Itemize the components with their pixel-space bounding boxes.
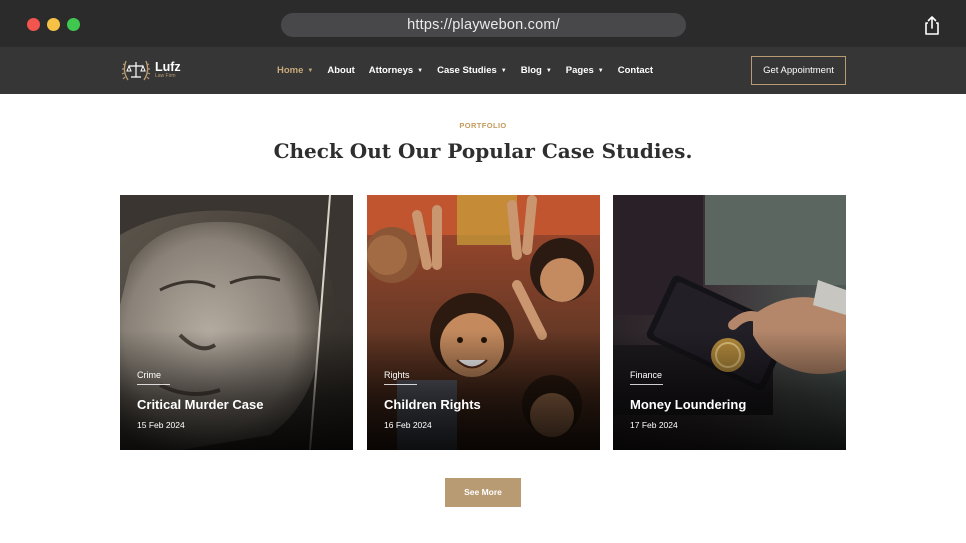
nav-attorneys-label: Attorneys (368, 65, 414, 76)
nav-case-studies-label: Case Studies (437, 65, 497, 76)
browser-toolbar: https://playwebon.com/ (0, 0, 966, 47)
main-menu: Home ▼ About Attorneys ▼ Case Studies ▼ … (277, 47, 667, 94)
brand-tagline: Law Firm (155, 73, 176, 80)
address-bar[interactable]: https://playwebon.com/ (281, 13, 686, 37)
nav-contact[interactable]: Contact (618, 65, 653, 76)
card-title[interactable]: Money Loundering (630, 397, 746, 412)
site-header: Lufz Law Firm Home ▼ About Attorneys ▼ C… (0, 47, 966, 94)
chevron-down-icon: ▼ (500, 67, 507, 74)
card-category: Rights (384, 370, 410, 380)
nav-contact-label: Contact (617, 65, 654, 76)
card-title[interactable]: Children Rights (384, 397, 481, 412)
maximize-window-button[interactable] (67, 18, 80, 31)
brand-name: Lufz (155, 59, 181, 74)
nav-pages[interactable]: Pages ▼ (566, 65, 604, 76)
chevron-down-icon: ▼ (307, 67, 314, 74)
nav-blog[interactable]: Blog ▼ (521, 65, 552, 76)
share-icon[interactable] (923, 15, 941, 35)
nav-case-studies[interactable]: Case Studies ▼ (437, 65, 507, 76)
nav-blog-label: Blog (520, 65, 542, 76)
brand-logo[interactable]: Lufz Law Firm (120, 55, 181, 85)
see-more-button[interactable]: See More (445, 478, 521, 507)
nav-about[interactable]: About (327, 65, 354, 76)
chevron-down-icon: ▼ (597, 67, 604, 74)
card-date: 16 Feb 2024 (384, 420, 432, 430)
card-category: Crime (137, 370, 161, 380)
card-date: 17 Feb 2024 (630, 420, 678, 430)
nav-home[interactable]: Home ▼ (277, 65, 313, 76)
minimize-window-button[interactable] (47, 18, 60, 31)
category-divider (630, 384, 663, 385)
case-study-card-crime[interactable]: Crime Critical Murder Case 15 Feb 2024 (120, 195, 353, 450)
chevron-down-icon: ▼ (417, 67, 424, 74)
case-study-card-finance[interactable]: Finance Money Loundering 17 Feb 2024 (613, 195, 846, 450)
close-window-button[interactable] (27, 18, 40, 31)
card-category: Finance (630, 370, 663, 380)
section-eyebrow: PORTFOLIO (459, 121, 507, 130)
card-date: 15 Feb 2024 (137, 420, 185, 430)
get-appointment-button[interactable]: Get Appointment (751, 56, 846, 85)
nav-attorneys[interactable]: Attorneys ▼ (369, 65, 423, 76)
card-title[interactable]: Critical Murder Case (137, 397, 263, 412)
category-divider (137, 384, 170, 385)
nav-pages-label: Pages (565, 65, 594, 76)
nav-about-label: About (327, 65, 355, 76)
section-title: Check Out Our Popular Case Studies. (273, 139, 693, 163)
scales-of-justice-icon (121, 60, 151, 81)
category-divider (384, 384, 417, 385)
nav-home-label: Home (277, 65, 304, 76)
chevron-down-icon: ▼ (545, 67, 552, 74)
case-study-card-rights[interactable]: Rights Children Rights 16 Feb 2024 (367, 195, 600, 450)
